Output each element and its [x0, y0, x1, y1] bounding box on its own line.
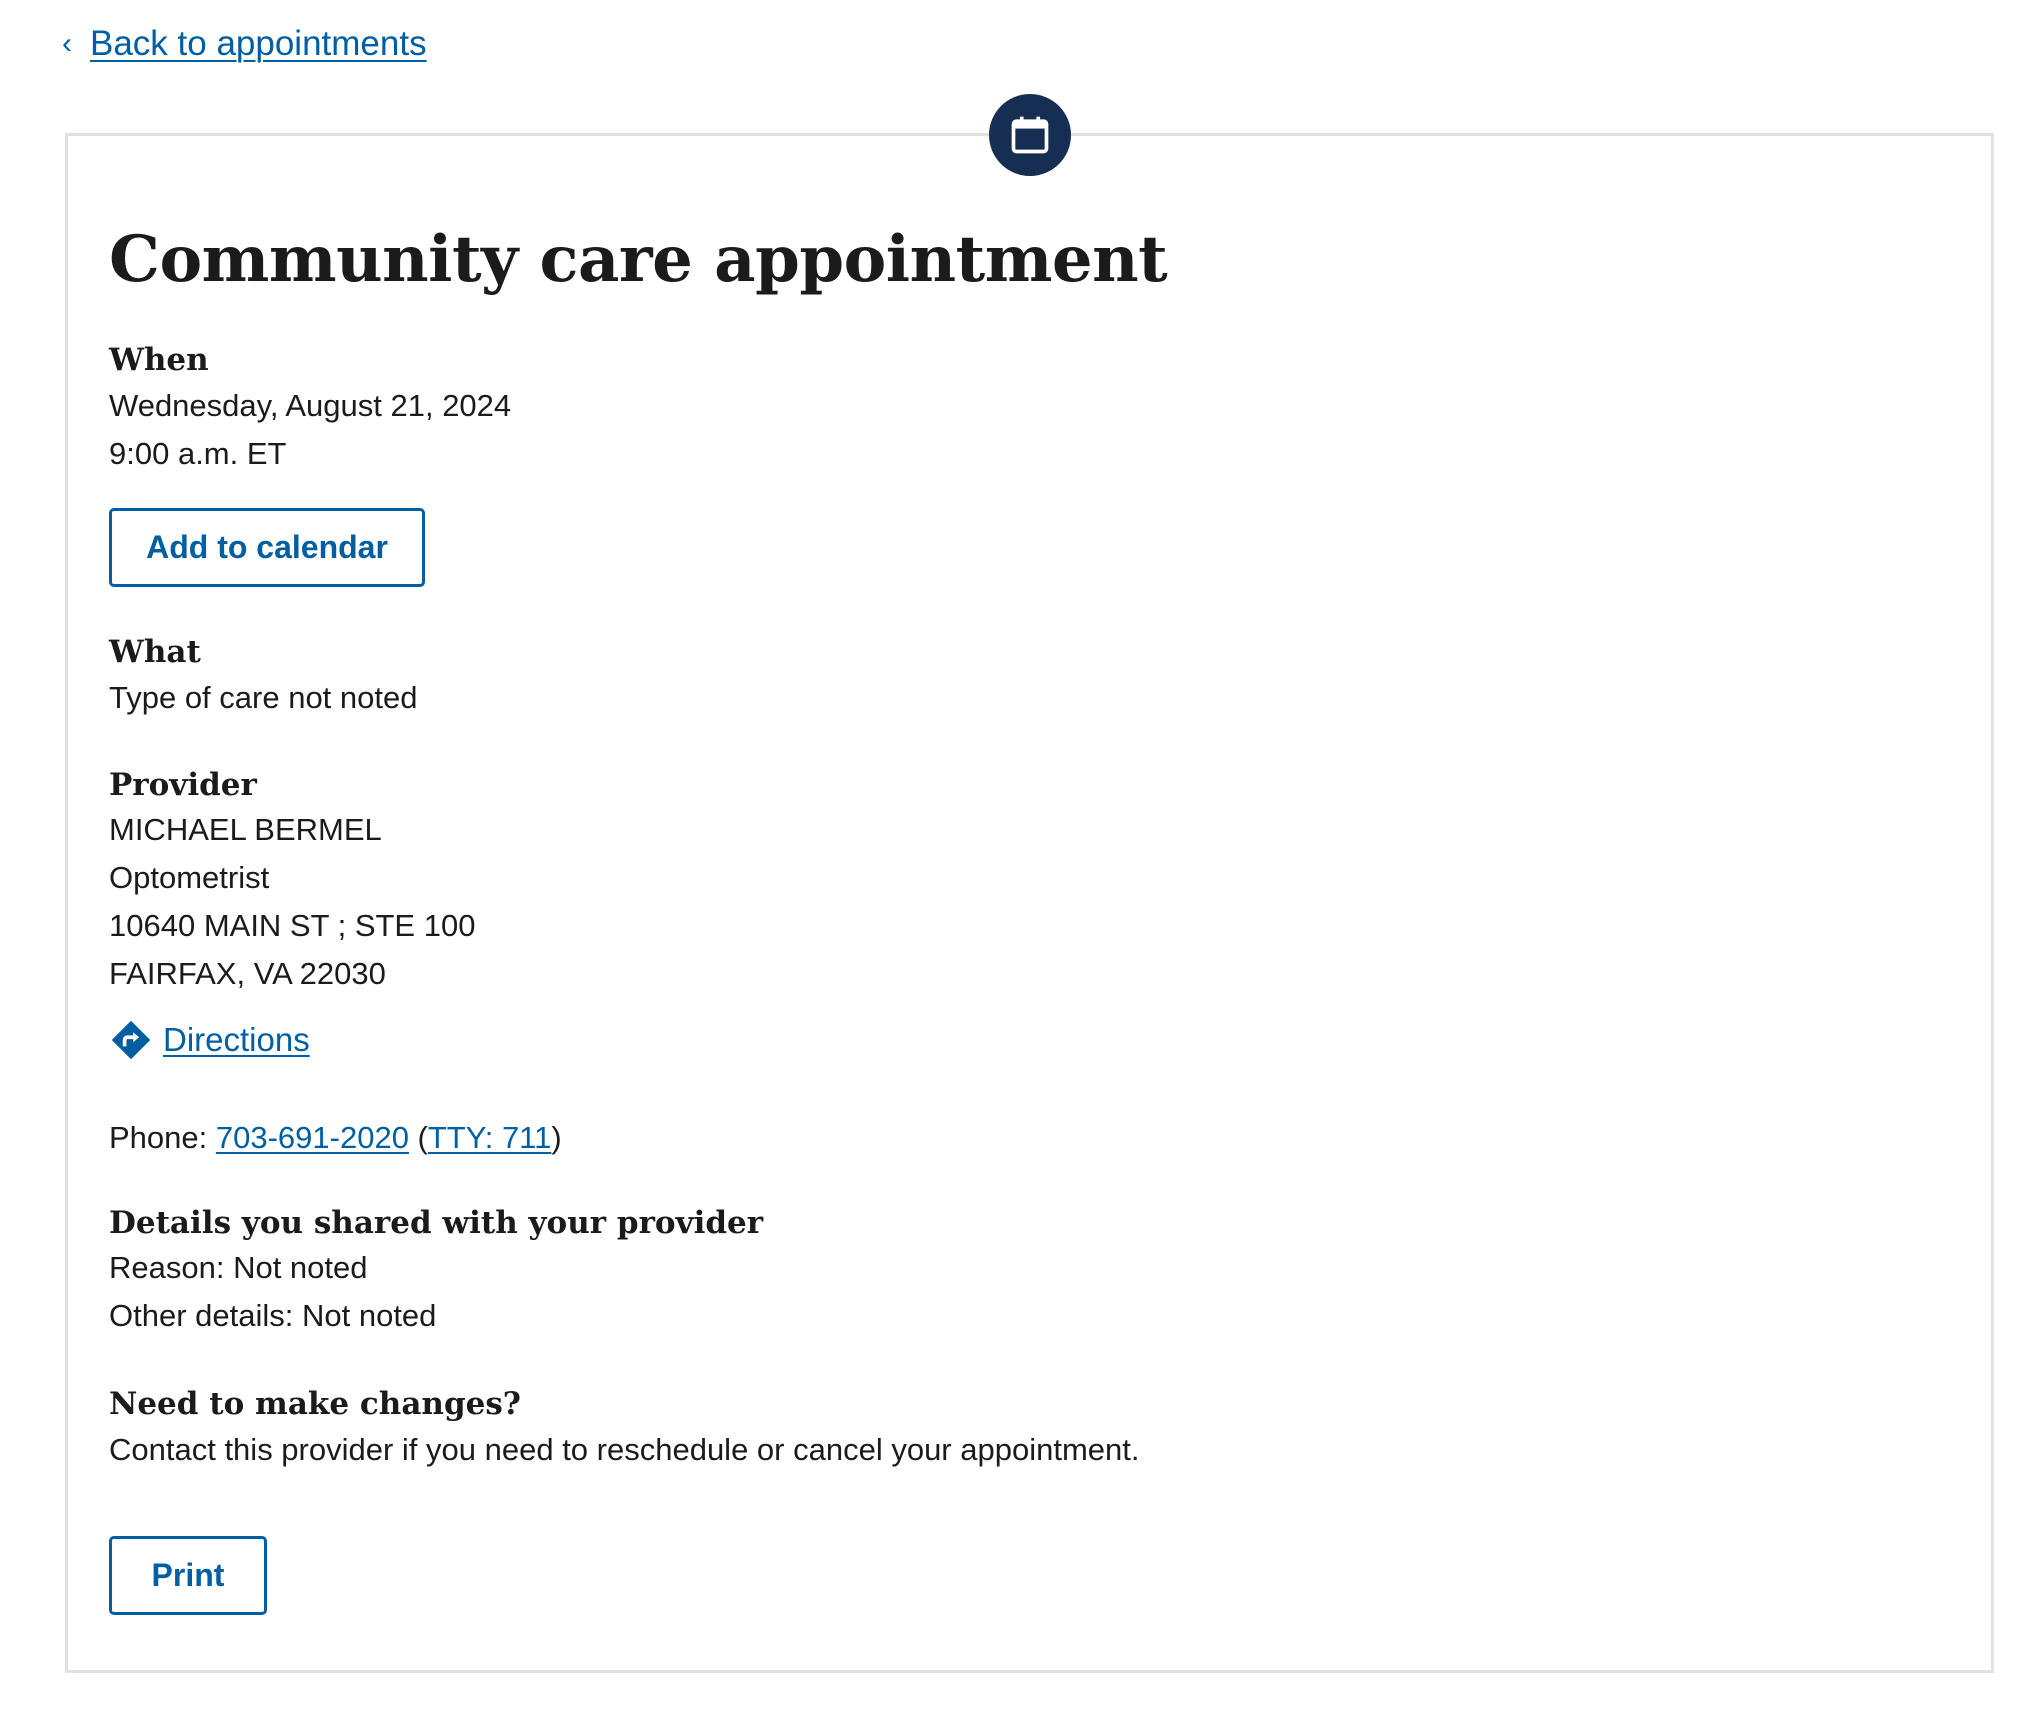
- back-to-appointments-link[interactable]: ‹ Back to appointments: [62, 20, 427, 68]
- directions-link[interactable]: Directions: [163, 1016, 310, 1064]
- add-to-calendar-button[interactable]: Add to calendar: [109, 508, 425, 587]
- changes-text: Contact this provider if you need to res…: [109, 1432, 1140, 1467]
- phone-line: Phone: 703-691-2020 (TTY: 711): [109, 1114, 562, 1162]
- when-heading: When: [109, 342, 209, 378]
- provider-name: MICHAEL BERMEL: [109, 812, 382, 847]
- back-link-label: Back to appointments: [90, 24, 427, 63]
- tty-close: ): [551, 1120, 562, 1155]
- tty-link[interactable]: TTY: 711: [428, 1120, 552, 1155]
- tty-open: (: [408, 1120, 428, 1155]
- provider-heading: Provider: [109, 767, 257, 803]
- details-heading: Details you shared with your provider: [109, 1205, 764, 1241]
- chevron-left-icon: ‹: [62, 27, 72, 60]
- appointment-date: Wednesday, August 21, 2024: [109, 388, 512, 423]
- what-heading: What: [109, 634, 201, 670]
- directions-row: Directions: [109, 1016, 310, 1064]
- details-other: Other details: Not noted: [109, 1298, 437, 1333]
- details-reason: Reason: Not noted: [109, 1250, 368, 1285]
- calendar-icon: [1011, 116, 1049, 154]
- appointment-time: 9:00 a.m. ET: [109, 436, 287, 471]
- type-of-care: Type of care not noted: [109, 680, 418, 715]
- calendar-badge: [989, 94, 1071, 176]
- changes-heading: Need to make changes?: [109, 1386, 521, 1422]
- phone-prefix: Phone:: [109, 1120, 216, 1155]
- provider-address-line1: 10640 MAIN ST ; STE 100: [109, 908, 476, 943]
- appointment-detail-page: ‹ Back to appointments Community care ap…: [0, 0, 2034, 1734]
- provider-specialty: Optometrist: [109, 860, 270, 895]
- phone-link[interactable]: 703-691-2020: [216, 1120, 409, 1155]
- print-button[interactable]: Print: [109, 1536, 267, 1615]
- directions-icon: [111, 1020, 151, 1060]
- page-title: Community care appointment: [109, 222, 1168, 297]
- provider-address-line2: FAIRFAX, VA 22030: [109, 956, 386, 991]
